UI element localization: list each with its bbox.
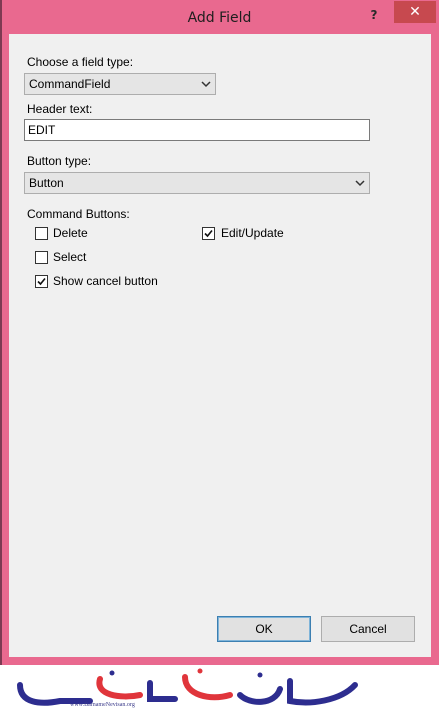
field-type-label: Choose a field type: <box>27 55 134 69</box>
cancel-button[interactable]: Cancel <box>321 616 415 642</box>
button-type-value: Button <box>29 176 64 190</box>
help-button[interactable]: ? <box>364 6 384 24</box>
command-buttons-label: Command Buttons: <box>27 207 130 221</box>
header-text-label: Header text: <box>27 102 93 116</box>
show-cancel-checkbox[interactable] <box>35 275 48 288</box>
field-type-value: CommandField <box>29 77 111 91</box>
watermark-logo: www.BarnameNevisan.org <box>0 665 439 718</box>
dialog-content: Choose a field type: CommandField Header… <box>9 34 431 657</box>
window-edge <box>0 0 2 665</box>
header-text-input[interactable] <box>24 119 370 141</box>
header-text-field[interactable] <box>28 122 358 138</box>
checkmark-icon <box>37 277 46 286</box>
delete-label: Delete <box>53 226 88 240</box>
ok-button[interactable]: OK <box>217 616 311 642</box>
delete-checkbox[interactable] <box>35 227 48 240</box>
field-type-dropdown[interactable]: CommandField <box>24 73 216 95</box>
watermark-url: www.BarnameNevisan.org <box>70 702 135 708</box>
show-cancel-label: Show cancel button <box>53 274 158 288</box>
select-label: Select <box>53 250 87 264</box>
checkmark-icon <box>204 229 213 238</box>
close-button[interactable]: ✕ <box>394 1 436 23</box>
edit-update-checkbox[interactable] <box>202 227 215 240</box>
edit-update-label: Edit/Update <box>221 226 284 240</box>
chevron-down-icon <box>355 180 365 187</box>
button-type-label: Button type: <box>27 154 92 168</box>
button-type-dropdown[interactable]: Button <box>24 172 370 194</box>
logo-script-icon <box>17 668 358 706</box>
chevron-down-icon <box>201 81 211 88</box>
add-field-dialog: Add Field ? ✕ Choose a field type: Comma… <box>0 0 439 665</box>
select-checkbox[interactable] <box>35 251 48 264</box>
